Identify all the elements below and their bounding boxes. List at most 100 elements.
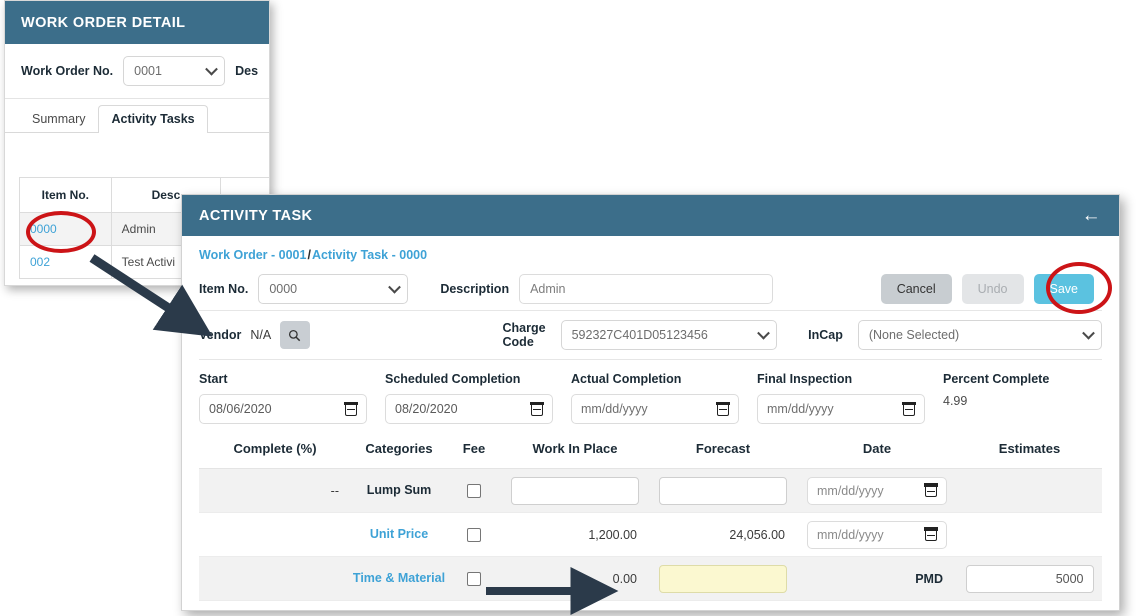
incap-label: InCap <box>808 328 843 342</box>
item-no-select[interactable]: 0000 <box>258 274 409 304</box>
description-input[interactable]: Admin <box>519 274 774 304</box>
activity-task-panel: ACTIVITY TASK ← Work Order - 0001/Activi… <box>181 194 1120 611</box>
vendor-label: Vendor <box>199 328 242 342</box>
scheduled-completion-field: Scheduled Completion 08/20/2020 <box>385 372 571 424</box>
cancel-button[interactable]: Cancel <box>880 274 952 304</box>
row-date-input[interactable]: mm/dd/yyyy <box>807 476 947 505</box>
cell-category: Lump Sum <box>351 468 447 513</box>
cell-item-no[interactable]: 0000 <box>19 212 112 246</box>
final-inspection-label: Final Inspection <box>757 372 853 386</box>
undo-button[interactable]: Undo <box>961 274 1024 304</box>
cell-fee[interactable] <box>447 512 501 557</box>
incap-select[interactable]: (None Selected) <box>857 320 1102 350</box>
pmd-label: PMD <box>915 571 943 586</box>
charge-code-label: Charge Code <box>503 321 546 350</box>
cell-complete-percent <box>199 556 351 601</box>
grid-row-unit-price: Unit Price 1,200.00 24,056.00 mm/dd/yyyy <box>199 512 1102 557</box>
calendar-icon[interactable] <box>924 527 938 541</box>
work-order-number-row: Work Order No. 0001 Des <box>5 44 269 99</box>
activity-task-title: ACTIVITY TASK <box>199 207 313 224</box>
charge-code-label-line1: Charge <box>502 320 546 335</box>
calendar-icon[interactable] <box>716 401 730 416</box>
breadcrumb: Work Order - 0001/Activity Task - 0000 <box>199 236 1102 268</box>
chevron-down-icon <box>1082 326 1095 340</box>
work-order-detail-title: WORK ORDER DETAIL <box>5 1 269 44</box>
scheduled-completion-label: Scheduled Completion <box>385 372 521 386</box>
item-description-row: Item No. 0000 Description Admin Cancel U… <box>199 268 1102 310</box>
final-inspection-placeholder: mm/dd/yyyy <box>767 402 834 416</box>
cell-estimates: 5000 <box>957 556 1102 601</box>
column-header-categories: Categories <box>351 434 447 469</box>
work-order-number-select[interactable]: 0001 <box>123 56 226 86</box>
breadcrumb-activity-task-link[interactable]: Activity Task - 0000 <box>312 248 427 262</box>
vendor-charge-incap-row: Vendor N/A Charge Code 592327C401D051234… <box>199 311 1102 359</box>
cell-category[interactable]: Time & Material <box>351 556 447 601</box>
vendor-search-button[interactable] <box>280 321 310 349</box>
column-header-complete: Complete (%) <box>199 434 351 469</box>
activity-task-body: Work Order - 0001/Activity Task - 0000 I… <box>182 236 1119 601</box>
tab-activity-tasks[interactable]: Activity Tasks <box>98 105 208 133</box>
save-button[interactable]: Save <box>1033 274 1094 304</box>
actual-completion-input[interactable]: mm/dd/yyyy <box>571 394 739 424</box>
search-icon <box>289 329 301 341</box>
fee-checkbox[interactable] <box>467 571 481 586</box>
row-date-input[interactable]: mm/dd/yyyy <box>807 520 947 549</box>
start-date-input[interactable]: 08/06/2020 <box>199 394 367 424</box>
scheduled-completion-input[interactable]: 08/20/2020 <box>385 394 553 424</box>
forecast-input-highlighted[interactable] <box>659 564 787 593</box>
fee-checkbox[interactable] <box>467 527 481 542</box>
charge-code-value: 592327C401D05123456 <box>571 328 708 342</box>
charge-code-label-line2: Code <box>502 335 534 349</box>
cell-forecast <box>649 556 797 601</box>
incap-value: (None Selected) <box>868 328 960 342</box>
cell-work-in-place <box>501 468 649 513</box>
cell-fee[interactable] <box>447 556 501 601</box>
start-date-label: Start <box>199 372 228 386</box>
calendar-icon[interactable] <box>530 401 544 416</box>
actual-completion-placeholder: mm/dd/yyyy <box>581 402 648 416</box>
actual-completion-field: Actual Completion mm/dd/yyyy <box>571 372 757 424</box>
work-in-place-input[interactable] <box>511 476 639 505</box>
grid-row-time-and-material: Time & Material 0.00 PMD 5000 <box>199 556 1102 601</box>
cell-estimate-label: PMD <box>797 556 957 601</box>
work-order-number-value: 0001 <box>134 64 162 78</box>
chevron-down-icon <box>757 326 770 340</box>
cell-fee[interactable] <box>447 468 501 513</box>
chevron-down-icon <box>205 62 219 76</box>
cell-date: mm/dd/yyyy <box>797 468 957 513</box>
column-header-item-no: Item No. <box>19 177 112 213</box>
item-no-value: 0000 <box>269 282 298 296</box>
screenshot-stage: WORK ORDER DETAIL Work Order No. 0001 De… <box>0 0 1136 616</box>
column-header-fee: Fee <box>447 434 501 469</box>
cell-forecast <box>649 468 797 513</box>
cell-date: mm/dd/yyyy <box>797 512 957 557</box>
estimate-input[interactable]: 5000 <box>965 564 1094 593</box>
calendar-icon[interactable] <box>902 401 916 416</box>
charge-code-select[interactable]: 592327C401D05123456 <box>560 320 778 350</box>
cell-category[interactable]: Unit Price <box>351 512 447 557</box>
column-header-work-in-place: Work In Place <box>501 434 649 469</box>
fee-checkbox[interactable] <box>467 483 481 498</box>
cell-forecast: 24,056.00 <box>649 512 797 557</box>
chevron-down-icon <box>388 280 402 294</box>
tab-summary[interactable]: Summary <box>19 105 98 133</box>
categories-grid: Complete (%) Categories Fee Work In Plac… <box>199 434 1102 601</box>
cell-estimates <box>957 468 1102 513</box>
cell-complete-percent: -- <box>199 468 351 513</box>
breadcrumb-work-order-link[interactable]: Work Order - 0001 <box>199 248 306 262</box>
forecast-input[interactable] <box>659 476 787 505</box>
work-order-tabs: Summary Activity Tasks <box>5 99 269 133</box>
back-arrow-icon[interactable]: ← <box>1082 206 1101 225</box>
calendar-icon[interactable] <box>344 401 358 416</box>
column-header-estimates: Estimates <box>957 434 1102 469</box>
percent-complete-field: Percent Complete 4.99 <box>943 372 1049 424</box>
final-inspection-input[interactable]: mm/dd/yyyy <box>757 394 925 424</box>
start-date-field: Start 08/06/2020 <box>199 372 385 424</box>
calendar-icon[interactable] <box>924 483 938 497</box>
item-no-label: Item No. <box>199 282 249 296</box>
description-label: Description <box>440 282 510 296</box>
cell-item-no[interactable]: 002 <box>19 245 112 279</box>
work-order-number-label: Work Order No. <box>21 64 114 78</box>
scheduled-completion-value: 08/20/2020 <box>395 402 458 416</box>
actual-completion-label: Actual Completion <box>571 372 682 386</box>
